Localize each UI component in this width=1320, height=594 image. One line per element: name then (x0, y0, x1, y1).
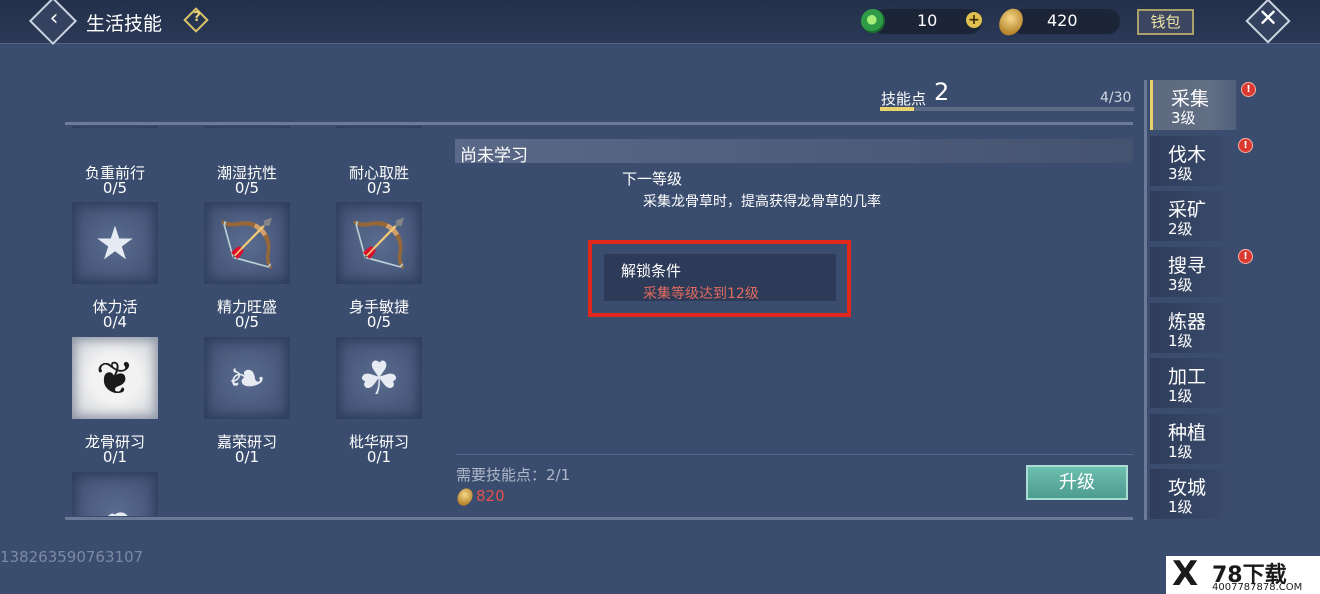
mushroom-icon: ☁ (72, 472, 158, 516)
tab-logging[interactable]: 伐木 3级 ! (1150, 136, 1253, 186)
tab-siege[interactable]: 攻城 1级 (1150, 469, 1236, 519)
bow-arrow-icon: 🏹 (336, 202, 422, 284)
back-arrow-icon: ‹ (49, 6, 59, 31)
close-icon: ✕ (1257, 4, 1279, 32)
skill-item[interactable]: ❧ 嘉荣研习 0/1 (197, 337, 297, 477)
add-currency-icon[interactable]: + (966, 12, 982, 28)
jade-coin-icon (861, 9, 885, 33)
skill-item[interactable]: 🏹 精力旺盛 0/5 (197, 202, 297, 342)
skill-grid: ⛉ 负重前行 0/5 ⛉ 潮湿抗性 0/5 ⛉ 耐心取胜 0/3 ★ 体力活 0… (65, 126, 433, 516)
skill-item[interactable]: ⛉ 潮湿抗性 0/5 (197, 126, 297, 206)
panel-top-divider (65, 122, 1133, 125)
tab-processing[interactable]: 加工 1级 (1150, 358, 1236, 408)
skill-item[interactable]: ☁ (65, 472, 165, 516)
alert-icon: ! (1238, 249, 1253, 264)
alert-icon: ! (1238, 138, 1253, 153)
category-tabs: 采集 3级 ! 伐木 3级 ! 采矿 2级 搜寻 3级 ! 炼器 1级 加工 1… (1150, 80, 1260, 520)
detail-footer-divider (456, 454, 1133, 455)
tab-searching[interactable]: 搜寻 3级 ! (1150, 247, 1253, 297)
bow-arrow-icon: 🏹 (204, 202, 290, 284)
skill-item[interactable]: 🏹 身手敏捷 0/5 (329, 202, 429, 342)
herb-sprig-icon: ❧ (204, 337, 290, 419)
skill-item[interactable]: ⛉ 负重前行 0/5 (65, 126, 165, 206)
skill-item[interactable]: ★ 体力活 0/4 (65, 202, 165, 342)
skill-points-value: 2 (934, 78, 950, 106)
coin-value: 420 (1047, 11, 1078, 30)
watermark-x-icon: X (1172, 554, 1199, 594)
jade-value: 10 (917, 11, 938, 30)
skill-item[interactable]: ⛉ 耐心取胜 0/3 (329, 126, 429, 206)
wallet-button[interactable]: 钱包 (1137, 9, 1194, 35)
gold-leaf-coin-icon (454, 485, 476, 509)
next-level-description: 采集龙骨草时，提高获得龙骨草的几率 (643, 194, 881, 210)
skill-points-count: 4/30 (1100, 90, 1132, 106)
page-title: 生活技能 (86, 13, 163, 35)
fern-leaf-icon: ❦ (72, 337, 158, 419)
question-mark-icon: ? (193, 10, 201, 25)
next-level-label: 下一等级 (622, 170, 683, 188)
tab-forging[interactable]: 炼器 1级 (1150, 303, 1236, 353)
tabs-divider (1144, 80, 1147, 520)
skill-item-selected[interactable]: ❦ 龙骨研习 0/1 (65, 337, 165, 477)
tab-planting[interactable]: 种植 1级 (1150, 414, 1236, 464)
detail-title: 尚未学习 (460, 146, 528, 166)
tab-mining[interactable]: 采矿 2级 (1150, 191, 1236, 241)
skill-item[interactable]: ☘ 枇华研习 0/1 (329, 337, 429, 477)
unlock-condition-text: 采集等级达到12级 (643, 286, 759, 302)
shield-icon: ⛉ (72, 126, 158, 128)
leaf-branch-icon: ☘ (336, 337, 422, 419)
player-uid: 138263590763107 (0, 548, 144, 566)
alert-icon: ! (1241, 82, 1256, 97)
required-skill-points: 需要技能点：2/1 (456, 466, 571, 484)
tab-gathering[interactable]: 采集 3级 ! (1150, 80, 1256, 130)
upgrade-button[interactable]: 升级 (1026, 465, 1128, 500)
panel-bottom-divider (65, 517, 1133, 520)
shield-icon: ⛉ (336, 126, 422, 128)
unlock-condition-label: 解锁条件 (621, 262, 682, 280)
skill-points-progress-fill (880, 107, 914, 111)
star-banner-icon: ★ (72, 202, 158, 284)
shield-icon: ⛉ (204, 126, 290, 128)
skill-points-progress-bar (880, 107, 1134, 111)
detail-header-bar (455, 139, 1133, 163)
watermark-url: 4007787878.COM (1212, 582, 1303, 593)
upgrade-cost: 820 (476, 487, 505, 505)
skill-points-label: 技能点 (881, 90, 927, 108)
